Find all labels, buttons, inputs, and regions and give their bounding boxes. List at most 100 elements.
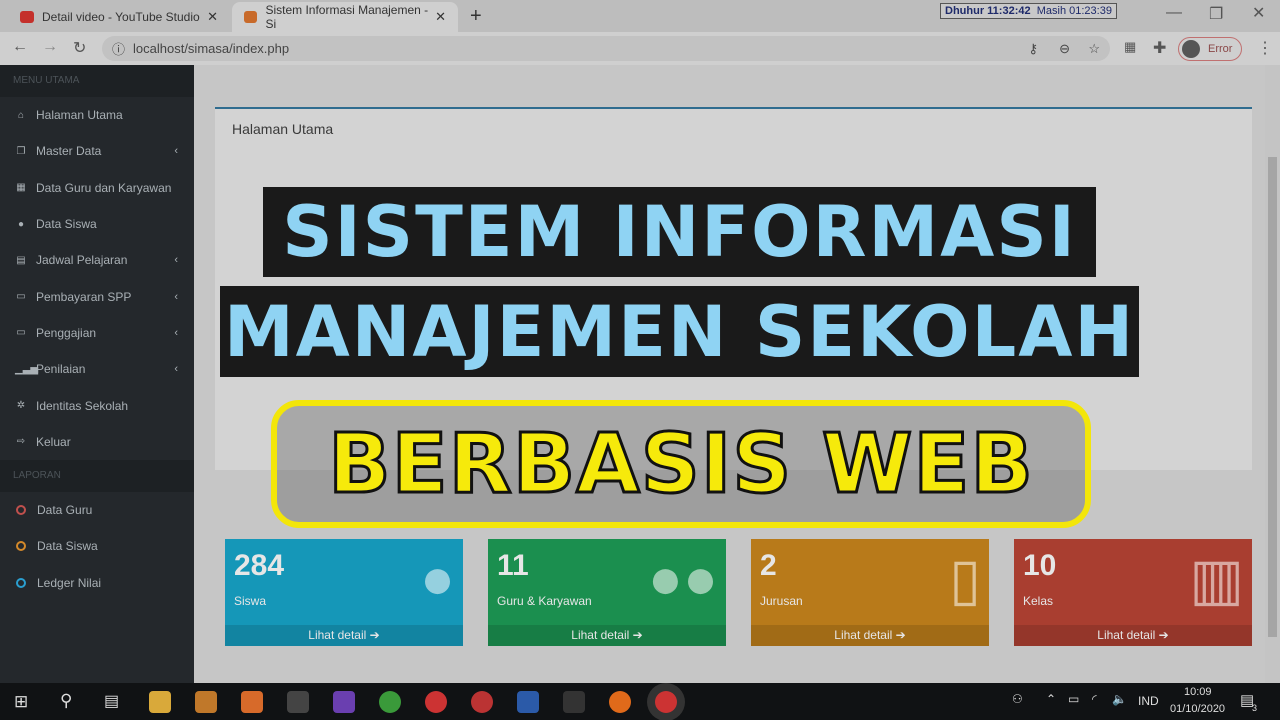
star-icon[interactable]: ☆ xyxy=(1088,41,1100,57)
reload-icon[interactable]: ↻ xyxy=(73,38,86,58)
sidebar-item-label: Identitas Sekolah xyxy=(36,398,129,413)
overlay-title-line2: MANAJEMEN SEKOLAH xyxy=(220,286,1139,377)
app-green-icon[interactable] xyxy=(379,691,401,713)
sidebar-item-penilaian[interactable]: ▁▃▅ Penilaian ‹ xyxy=(0,351,194,387)
firefox-icon[interactable] xyxy=(609,691,631,713)
stat-box: 11 Guru & Karyawan ●● Lihat detail ➔ xyxy=(488,539,726,646)
zoom-icon[interactable]: ⊖ xyxy=(1059,41,1070,57)
chevron-left-icon: ‹ xyxy=(174,326,178,339)
clock-date[interactable]: 01/10/2020 xyxy=(1170,703,1225,715)
sidebar-item-label: Data Guru dan Karyawan xyxy=(36,180,172,195)
stat-value: 10 xyxy=(1023,549,1057,582)
close-window-button[interactable]: ✕ xyxy=(1252,3,1265,23)
detail-link[interactable]: Lihat detail ➔ xyxy=(1014,625,1252,646)
report-item[interactable]: Data Siswa xyxy=(0,528,194,564)
visio-icon[interactable] xyxy=(517,691,539,713)
sidebar-item-data-siswa[interactable]: ● Data Siswa xyxy=(0,206,194,242)
url-input[interactable]: ⓘ localhost/simasa/index.php ⚷ ⊖ ☆ xyxy=(102,36,1110,61)
extensions-icon[interactable]: ✚ xyxy=(1153,38,1166,58)
money-icon: ▭ xyxy=(16,291,26,303)
user-icon: ● xyxy=(17,218,25,230)
sublime-icon[interactable] xyxy=(195,691,217,713)
sidebar-item-data-guru-dan-karyawan[interactable]: ▦ Data Guru dan Karyawan xyxy=(0,170,194,206)
tab-title: Detail video - YouTube Studio xyxy=(42,10,200,24)
key-icon[interactable]: ⚷ xyxy=(1028,41,1038,57)
chrome-active-icon[interactable] xyxy=(655,691,677,713)
notification-count: 3 xyxy=(1252,703,1258,713)
xampp-icon xyxy=(244,11,258,23)
menu-icon[interactable]: ⋮ xyxy=(1257,38,1273,58)
7zip-icon[interactable] xyxy=(287,691,309,713)
app-red-icon[interactable] xyxy=(471,691,493,713)
detail-link[interactable]: Lihat detail ➔ xyxy=(488,625,726,646)
wifi-icon[interactable]: ◜ xyxy=(1092,692,1097,706)
xampp-taskbar-icon[interactable] xyxy=(241,691,263,713)
people-icon[interactable]: ⚇ xyxy=(1012,692,1023,706)
chevron-left-icon: ‹ xyxy=(174,363,178,376)
calendar-icon: ▤ xyxy=(16,254,26,266)
close-tab-icon[interactable]: ✕ xyxy=(435,9,446,25)
stat-box: 2 Jurusan ▯ Lihat detail ➔ xyxy=(751,539,989,646)
scrollbar[interactable] xyxy=(1265,65,1280,683)
sidebar-item-penggajian[interactable]: ▭ Penggajian ‹ xyxy=(0,315,194,351)
panel-title: Halaman Utama xyxy=(232,121,334,137)
youtube-icon xyxy=(20,11,34,23)
report-item[interactable]: Ledger Nilai xyxy=(0,565,194,601)
tab-title: Sistem Informasi Manajemen - Si xyxy=(265,3,429,31)
volume-icon[interactable]: 🔈 xyxy=(1112,692,1127,706)
section-header: MENU UTAMA xyxy=(0,65,194,97)
chevron-left-icon: ‹ xyxy=(174,145,178,158)
tab-youtube-studio[interactable]: Detail video - YouTube Studio ✕ xyxy=(8,2,230,32)
report-item[interactable]: Data Guru xyxy=(0,492,194,528)
sidebar-item-identitas-sekolah[interactable]: ✲ Identitas Sekolah xyxy=(0,387,194,423)
prayer-name: Dhuhur xyxy=(945,5,985,17)
info-icon: ⓘ xyxy=(112,42,126,57)
scrollbar-thumb[interactable] xyxy=(1268,157,1277,637)
tab-bar: Detail video - YouTube Studio ✕ Sistem I… xyxy=(0,0,1280,32)
forward-icon[interactable]: → xyxy=(42,38,58,56)
file-explorer-icon[interactable] xyxy=(149,691,171,713)
new-tab-button[interactable]: + xyxy=(470,5,482,28)
tab-simasa[interactable]: Sistem Informasi Manajemen - Si ✕ xyxy=(232,2,458,32)
arrow-circle-right-icon: ➔ xyxy=(895,628,906,642)
app-icon[interactable] xyxy=(563,691,585,713)
overlay-title-line1: SISTEM INFORMASI xyxy=(263,187,1096,277)
sidebar-item-keluar[interactable]: ⇨ Keluar xyxy=(0,424,194,460)
profile-label: Error xyxy=(1208,43,1233,55)
qr-icon[interactable]: ▦ xyxy=(1124,39,1136,55)
section-header: LAPORAN xyxy=(0,459,194,492)
address-bar-row: ← → ↻ ⓘ localhost/simasa/index.php ⚷ ⊖ ☆ … xyxy=(0,32,1280,65)
sidebar-item-master-data[interactable]: ❐ Master Data ‹ xyxy=(0,133,194,169)
grid-icon: ▦ xyxy=(16,182,26,194)
building-icon: ▥ xyxy=(1189,547,1244,612)
sidebar-item-label: Jadwal Pelajaran xyxy=(36,253,128,268)
sidebar-item-pembayaran-spp[interactable]: ▭ Pembayaran SPP ‹ xyxy=(0,278,194,314)
copy-icon: ❐ xyxy=(16,145,26,157)
sidebar-item-label: Penilaian xyxy=(36,362,86,377)
sidebar-item-halaman-utama[interactable]: ⌂ Halaman Utama xyxy=(0,97,194,133)
arrow-circle-right-icon: ➔ xyxy=(369,628,380,642)
task-view-icon[interactable]: ▤ xyxy=(104,691,119,711)
visual-studio-icon[interactable] xyxy=(333,691,355,713)
stat-box: 10 Kelas ▥ Lihat detail ➔ xyxy=(1014,539,1252,646)
sidebar-item-jadwal-pelajaran[interactable]: ▤ Jadwal Pelajaran ‹ xyxy=(0,242,194,278)
chrome-icon[interactable] xyxy=(425,691,447,713)
arrow-circle-right-icon: ➔ xyxy=(632,628,643,642)
maximize-button[interactable]: ❐ xyxy=(1209,4,1223,24)
search-icon[interactable]: ⚲ xyxy=(60,691,72,711)
battery-icon[interactable]: ▭ xyxy=(1068,692,1079,706)
users-icon: ●● xyxy=(647,546,718,611)
detail-link[interactable]: Lihat detail ➔ xyxy=(751,625,989,646)
profile-button[interactable]: Error xyxy=(1178,37,1242,61)
clock-time[interactable]: 10:09 xyxy=(1184,686,1212,698)
avatar xyxy=(1182,40,1200,58)
close-tab-icon[interactable]: ✕ xyxy=(207,9,218,25)
windows-start-icon[interactable]: ⊞ xyxy=(14,692,28,712)
back-icon[interactable]: ← xyxy=(12,38,28,56)
detail-link-text: Lihat detail xyxy=(571,628,630,642)
minimize-button[interactable]: — xyxy=(1166,4,1182,22)
circle-icon xyxy=(16,505,26,516)
show-hidden-icons[interactable]: ⌃ xyxy=(1046,692,1056,706)
detail-link[interactable]: Lihat detail ➔ xyxy=(225,625,463,646)
language-indicator[interactable]: IND xyxy=(1138,694,1159,708)
